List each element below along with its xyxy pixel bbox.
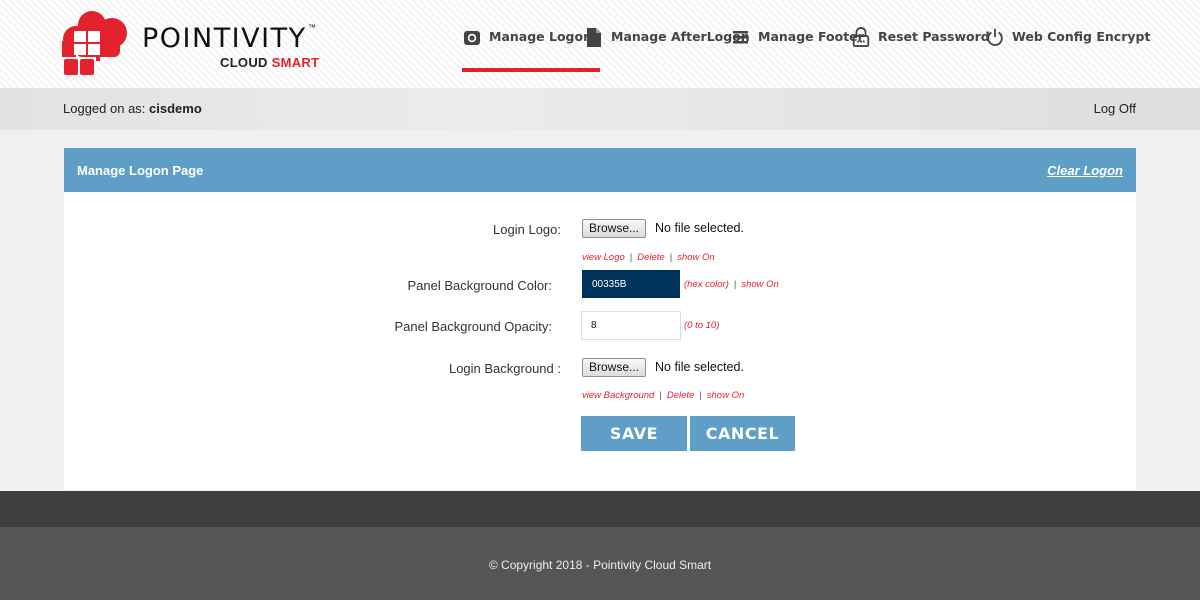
manage-logon-panel: Manage Logon Page Clear Logon Login Logo… (64, 148, 1136, 490)
brand-logo[interactable]: POINTIVITY ™ CLOUD SMART (62, 9, 322, 79)
brand-subtitle: CLOUD SMART (220, 55, 319, 70)
footer-band (0, 491, 1200, 527)
show-on-logo-link[interactable]: show On (677, 252, 715, 263)
panel-bg-color-hints: (hex color) | show On (684, 279, 779, 290)
nav-label: Reset Password (878, 29, 990, 44)
panel-bg-opacity-label: Panel Background Opacity: (394, 319, 552, 334)
link-separator: | (669, 252, 673, 263)
brand-trademark: ™ (308, 23, 316, 32)
camera-icon (464, 31, 480, 45)
header: POINTIVITY ™ CLOUD SMART Manage Logon Ma… (0, 0, 1200, 88)
login-logo-links: view Logo | Delete | show On (582, 252, 715, 263)
link-separator: | (629, 252, 633, 263)
username: cisdemo (149, 101, 202, 116)
brand-name: POINTIVITY (142, 23, 307, 54)
document-icon (587, 28, 601, 47)
login-logo-label: Login Logo: (493, 222, 561, 237)
menu-lines-icon (733, 31, 748, 44)
login-background-label: Login Background : (448, 361, 561, 376)
link-separator: | (659, 390, 662, 401)
power-icon (987, 28, 1003, 46)
nav-manage-footer[interactable]: Manage Footer (731, 26, 864, 72)
user-bar: Logged on as: cisdemo Log Off (0, 88, 1200, 130)
view-logo-link[interactable]: view Logo (582, 252, 625, 263)
panel-bg-color-label: Panel Background Color: (407, 278, 552, 293)
logged-on-text: Logged on as: cisdemo (63, 101, 202, 116)
login-logo-file-status: No file selected. (655, 221, 744, 235)
opacity-range-hint: (0 to 10) (684, 320, 720, 331)
delete-logo-link[interactable]: Delete (637, 252, 664, 263)
logged-on-prefix: Logged on as: (63, 101, 150, 116)
brand-subtitle-smart: SMART (271, 55, 320, 70)
login-background-links: view Background | Delete | show On (582, 390, 744, 401)
login-logo-browse-button[interactable]: Browse... (582, 219, 647, 238)
link-separator: | (733, 279, 737, 290)
nav-web-config-encrypt[interactable]: Web Config Encrypt (985, 26, 1150, 72)
delete-background-link[interactable]: Delete (667, 390, 694, 401)
nav-label: Manage AfterLogon (611, 29, 750, 44)
link-separator: | (699, 390, 702, 401)
show-on-background-link[interactable]: show On (707, 390, 745, 401)
brand-subtitle-cloud: CLOUD (220, 55, 272, 70)
nav-label: Web Config Encrypt (1012, 29, 1151, 44)
panel-bg-opacity-input[interactable] (581, 311, 681, 340)
login-background-file-status: No file selected. (655, 360, 744, 374)
panel-bg-color-input[interactable] (582, 270, 680, 298)
log-off-link[interactable]: Log Off (1094, 101, 1136, 116)
cancel-button[interactable]: CANCEL (690, 416, 795, 451)
nav-reset-password[interactable]: Reset Password (851, 26, 990, 72)
login-background-browse-button[interactable]: Browse... (582, 358, 647, 377)
panel-header: Manage Logon Page Clear Logon (64, 148, 1136, 192)
lock-icon (852, 27, 870, 47)
save-button[interactable]: SAVE (581, 416, 687, 451)
cloud-grid-logo-icon (62, 11, 127, 75)
nav-manage-logon[interactable]: Manage Logon (462, 26, 600, 72)
panel-title: Manage Logon Page (77, 163, 204, 178)
footer: © Copyright 2018 - Pointivity Cloud Smar… (0, 527, 1200, 600)
copyright-text: © Copyright 2018 - Pointivity Cloud Smar… (488, 558, 712, 572)
nav-label: Manage Footer (758, 29, 864, 44)
nav-manage-afterlogon[interactable]: Manage AfterLogon (584, 26, 750, 72)
show-on-color-link[interactable]: show On (741, 279, 779, 290)
nav-label: Manage Logon (489, 29, 592, 44)
view-background-link[interactable]: view Background (582, 390, 654, 401)
clear-logon-link[interactable]: Clear Logon (1047, 163, 1123, 178)
hex-color-hint: (hex color) (684, 279, 729, 290)
